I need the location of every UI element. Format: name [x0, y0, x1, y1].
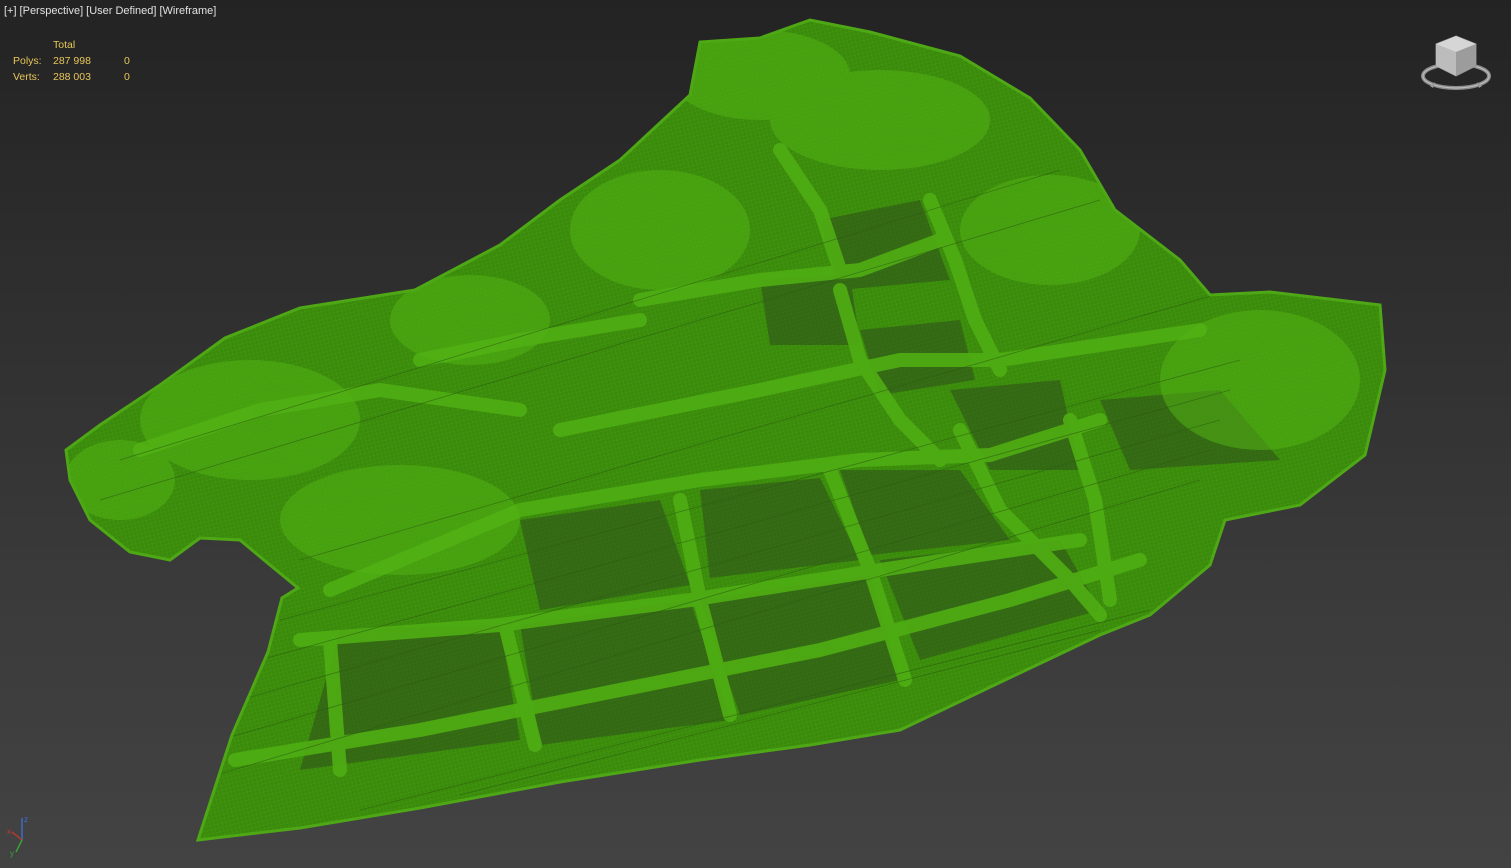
stats-total-header: Total — [53, 39, 76, 51]
viewcube-icon[interactable] — [1419, 30, 1493, 94]
verts-selected: 0 — [124, 71, 130, 83]
viewport-shading-menu[interactable]: [Wireframe] — [159, 5, 216, 17]
statistics-overlay: Total Polys: 287 998 0 Verts: 288 003 0 — [13, 37, 144, 85]
mesh-wire-detail — [66, 20, 1385, 840]
perspective-viewport[interactable]: [+] [Perspective] [User Defined] [Wirefr… — [0, 0, 1511, 868]
polys-selected: 0 — [124, 55, 130, 67]
stats-polys-row: Polys: 287 998 0 — [13, 53, 144, 69]
axis-y-label: y — [10, 849, 14, 858]
polys-total: 287 998 — [53, 55, 91, 67]
viewport-camera-menu[interactable]: [User Defined] — [86, 5, 156, 17]
wireframe-mesh[interactable] — [0, 0, 1511, 868]
viewport-view-menu[interactable]: [Perspective] — [20, 5, 84, 17]
viewport-label-menu: [+] [Perspective] [User Defined] [Wirefr… — [4, 5, 216, 17]
stats-header-row: Total — [13, 37, 144, 53]
axis-z-label: z — [24, 815, 28, 824]
axis-x-label: x — [7, 827, 11, 836]
viewport-plus-menu[interactable]: [+] — [4, 5, 17, 17]
axis-tripod-icon: z x y — [7, 815, 28, 858]
polys-label: Polys: — [13, 55, 42, 67]
verts-label: Verts: — [13, 71, 40, 83]
verts-total: 288 003 — [53, 71, 91, 83]
stats-verts-row: Verts: 288 003 0 — [13, 69, 144, 85]
